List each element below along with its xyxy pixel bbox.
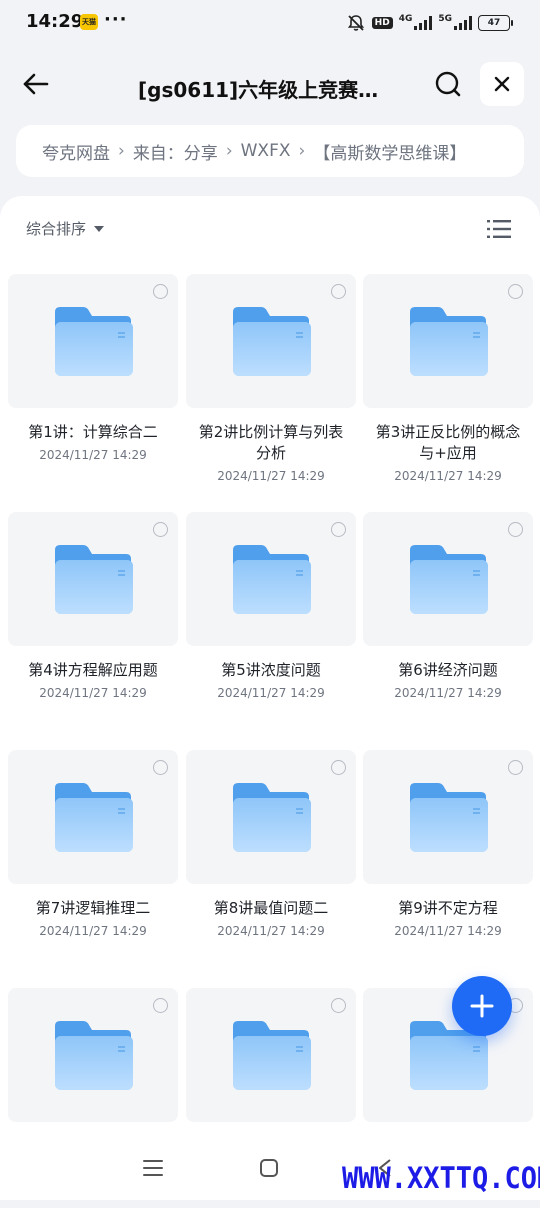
folder-tile[interactable]: 第7讲逻辑推理二 2024/11/27 14:29 [8,750,178,970]
folder-date: 2024/11/27 14:29 [39,686,147,700]
select-checkbox[interactable] [331,998,346,1013]
breadcrumb-item-current[interactable]: 【高斯数学思维课】 [313,139,466,164]
select-checkbox[interactable] [153,998,168,1013]
home-button[interactable] [258,1157,280,1179]
select-checkbox[interactable] [153,522,168,537]
folder-name: 第7讲逻辑推理二 [35,899,151,917]
select-checkbox[interactable] [508,522,523,537]
select-checkbox[interactable] [331,522,346,537]
folder-tile[interactable]: 第4讲方程解应用题 2024/11/27 14:29 [8,512,178,732]
folder-thumbnail [186,512,356,646]
breadcrumb-item-root[interactable]: 夸克网盘 [42,139,110,164]
folder-thumbnail [8,512,178,646]
folder-thumbnail [8,988,178,1122]
notification-badge: 天猫 [80,14,98,30]
select-checkbox[interactable] [331,284,346,299]
folder-tile[interactable]: 第1讲：计算综合二 2024/11/27 14:29 [8,274,178,494]
folder-name: 第5讲浓度问题 [221,661,321,679]
folder-date: 2024/11/27 14:29 [39,924,147,938]
folder-name: 第1讲：计算综合二 [28,423,158,441]
network-4g-label: 4G [398,14,413,24]
folder-tile[interactable]: 第3讲正反比例的概念与+应用 2024/11/27 14:29 [363,274,533,494]
battery-icon: 47 [478,15,513,31]
back-button[interactable] [20,68,52,100]
folder-date: 2024/11/27 14:29 [217,924,325,938]
folder-icon [233,783,311,852]
search-icon [435,71,461,97]
folder-tile[interactable]: 第2讲比例计算与列表分析 2024/11/27 14:29 [186,274,356,494]
more-notifications-icon: ··· [104,9,128,30]
folder-icon [410,307,488,376]
select-checkbox[interactable] [153,284,168,299]
watermark-text: WWW.XXTTQ.COM [342,1161,540,1196]
breadcrumb-item-share[interactable]: 来自：分享 [133,139,218,164]
menu-icon [143,1160,163,1176]
mute-bell-icon [347,15,364,31]
select-checkbox[interactable] [153,760,168,775]
folder-thumbnail [8,750,178,884]
folder-thumbnail [186,274,356,408]
close-button[interactable] [480,62,524,106]
plus-icon [470,994,494,1018]
select-checkbox[interactable] [508,760,523,775]
chevron-right-icon: › [298,141,306,161]
folder-icon [55,545,133,614]
select-checkbox[interactable] [331,760,346,775]
status-bar: 14:29 天猫 ··· HD 4G 5G 47 [0,0,540,46]
search-button[interactable] [432,68,464,100]
folder-tile[interactable]: 第6讲经济问题 2024/11/27 14:29 [363,512,533,732]
folder-tile[interactable]: 第5讲浓度问题 2024/11/27 14:29 [186,512,356,732]
folder-date: 2024/11/27 14:29 [39,448,147,462]
folder-thumbnail [186,750,356,884]
status-time: 14:29 [26,11,84,32]
folder-date: 2024/11/27 14:29 [394,924,502,938]
folder-date: 2024/11/27 14:29 [394,469,502,483]
folder-name: 第6讲经济问题 [398,661,498,679]
chevron-right-icon: › [118,141,125,161]
network-5g-label: 5G [438,14,452,24]
folder-date: 2024/11/27 14:29 [217,686,325,700]
folder-icon [233,1021,311,1090]
folder-date: 2024/11/27 14:29 [394,686,502,700]
folder-name: 第8讲最值问题二 [213,899,329,917]
page-title: [gs0611]六年级上竞赛数学思维课 [138,78,390,102]
breadcrumb: 夸克网盘 › 来自：分享 › WXFX › 【高斯数学思维课】 [16,125,524,177]
folder-tile[interactable]: 第8讲最值问题二 2024/11/27 14:29 [186,750,356,970]
breadcrumb-item-wxfx[interactable]: WXFX [241,141,291,161]
folder-icon [410,783,488,852]
folder-icon [55,1021,133,1090]
folder-icon [55,307,133,376]
folder-name: 第3讲正反比例的概念与+应用 [375,423,521,462]
home-square-icon [260,1159,278,1177]
folder-name: 第9讲不定方程 [398,899,498,917]
file-grid: 第1讲：计算综合二 2024/11/27 14:29 第2讲比例计算与列表分析 202… [0,196,540,1200]
signal-icon [414,16,433,30]
folder-icon [233,545,311,614]
folder-thumbnail [363,274,533,408]
folder-name: 第2讲比例计算与列表分析 [198,423,344,462]
file-list-panel: 综合排序 第1讲：计算综合二 2024/11/27 14:29 第2讲比例计算与列表… [0,196,540,1200]
add-button[interactable] [452,976,512,1036]
signal-icon [454,16,472,30]
folder-date: 2024/11/27 14:29 [217,469,325,483]
folder-tile[interactable]: 第9讲不定方程 2024/11/27 14:29 [363,750,533,970]
chevron-right-icon: › [225,141,233,161]
recent-apps-button[interactable] [142,1158,164,1178]
select-checkbox[interactable] [508,284,523,299]
folder-icon [233,307,311,376]
close-icon [494,76,510,92]
status-icons: HD 4G 5G 47 [346,12,513,34]
arrow-left-icon [23,73,49,95]
folder-thumbnail [363,512,533,646]
folder-icon [55,783,133,852]
folder-thumbnail [8,274,178,408]
folder-thumbnail [363,750,533,884]
folder-icon [410,545,488,614]
hd-voice-icon: HD [371,17,393,29]
folder-thumbnail [186,988,356,1122]
folder-name: 第4讲方程解应用题 [28,661,158,679]
header: [gs0611]六年级上竞赛数学思维课 [0,56,540,116]
